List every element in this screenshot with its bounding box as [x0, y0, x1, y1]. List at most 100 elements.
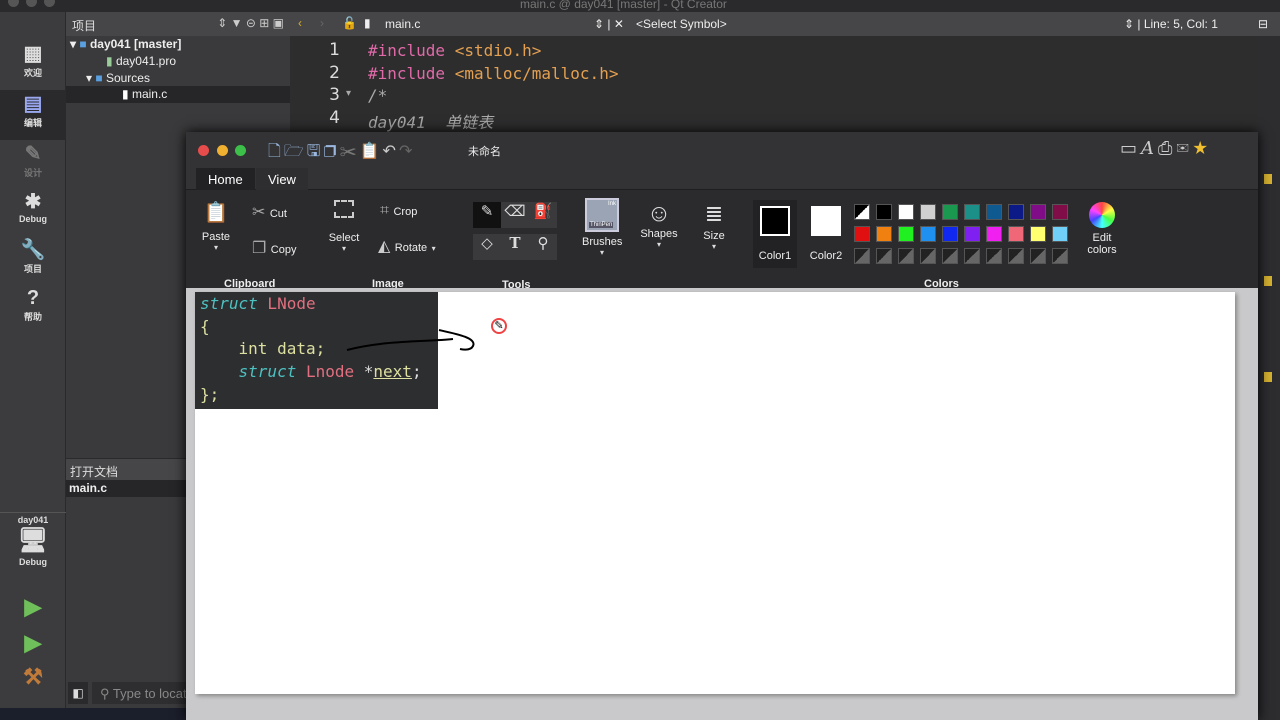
scroll-marker [1264, 372, 1272, 382]
mode-help[interactable]: ? 帮助 [0, 286, 66, 323]
editor-scrollbar[interactable] [1258, 36, 1280, 720]
color1-button[interactable]: Color1 [753, 200, 797, 268]
close-file-button[interactable]: ⇕ | ✕ [594, 17, 624, 31]
tab-home[interactable]: Home [196, 168, 255, 190]
palette-swatch[interactable] [1008, 226, 1024, 242]
color-palette [854, 204, 1074, 270]
maximize-button[interactable] [235, 145, 246, 156]
mode-design[interactable]: ✎ 设计 [0, 142, 66, 179]
code-line: /* [368, 86, 388, 105]
tree-item-project[interactable]: ▾ ■ day041 [master] [70, 36, 181, 53]
mode-projects[interactable]: 🔧 项目 [0, 238, 66, 275]
tools-row-1: ✎ ⌫ ⛽ [473, 202, 557, 228]
edit-colors-button[interactable]: Edit colors [1080, 202, 1124, 256]
palette-swatch[interactable] [986, 204, 1002, 220]
custom-color-slot[interactable] [1030, 248, 1046, 264]
custom-color-slot[interactable] [854, 248, 870, 264]
quick-access-toolbar[interactable]: 🗋🗁🖫❐✂📋↶↷ [268, 140, 415, 167]
smiley-icon: ☺ [646, 200, 672, 227]
custom-color-slot[interactable] [920, 248, 936, 264]
shapes-button[interactable]: ☺ Shapes ▾ [638, 200, 680, 249]
title-right-icons[interactable]: ▭A⎙✉★ [1120, 138, 1211, 159]
mode-debug[interactable]: ✱ Debug [0, 190, 66, 224]
select-button[interactable]: Select ▾ [326, 200, 362, 253]
forward-button[interactable]: › [320, 16, 324, 30]
line-col-indicator[interactable]: ⇕ | Line: 5, Col: 1 [1124, 17, 1218, 31]
custom-color-slot[interactable] [986, 248, 1002, 264]
bug-icon: ✱ [24, 191, 42, 213]
palette-swatch[interactable] [898, 204, 914, 220]
palette-swatch[interactable] [920, 204, 936, 220]
palette-swatch[interactable] [1052, 226, 1068, 242]
play-bug-icon: ▶ [24, 630, 42, 655]
palette-swatch[interactable] [1008, 204, 1024, 220]
build-button[interactable]: ⚒ [0, 664, 66, 690]
zoom-window-button[interactable] [44, 0, 55, 7]
copy-button[interactable]: ❐ Copy [252, 238, 296, 258]
palette-swatch[interactable] [964, 226, 980, 242]
palette-swatch[interactable] [876, 226, 892, 242]
mode-edit[interactable]: ▤ 编辑 [0, 90, 66, 140]
palette-swatch[interactable] [942, 226, 958, 242]
custom-color-slot[interactable] [942, 248, 958, 264]
custom-color-slot[interactable] [964, 248, 980, 264]
star-icon: ★ [1192, 138, 1212, 158]
palette-swatch[interactable] [986, 226, 1002, 242]
palette-swatch[interactable] [1030, 226, 1046, 242]
close-window-button[interactable] [8, 0, 19, 7]
text-tool[interactable]: T [501, 234, 529, 260]
project-panel-header: 项目 ⇕ ▼ ⊝ ⊞ ▣ [66, 12, 290, 36]
rotate-button[interactable]: ◭ Rotate ▾ [378, 236, 436, 256]
tree-item-main-c[interactable]: ▮ main.c [66, 86, 290, 103]
palette-swatch[interactable] [854, 226, 870, 242]
palette-swatch[interactable] [942, 204, 958, 220]
tree-item-pro[interactable]: ▮ day041.pro [106, 53, 176, 70]
custom-color-slot[interactable] [1052, 248, 1068, 264]
scissors-icon: ✂ [252, 204, 266, 221]
palette-swatch[interactable] [898, 226, 914, 242]
custom-color-slot[interactable] [876, 248, 892, 264]
palette-swatch[interactable] [1030, 204, 1046, 220]
palette-swatch[interactable] [854, 204, 870, 220]
paste-button[interactable]: 📋 Paste ▾ [200, 200, 232, 252]
minimize-button[interactable] [217, 145, 228, 156]
custom-color-slot[interactable] [1008, 248, 1024, 264]
color2-button[interactable]: Color2 [804, 200, 848, 262]
eraser-tool[interactable]: ⌫ [501, 202, 529, 228]
minimize-window-button[interactable] [26, 0, 37, 7]
close-button[interactable] [198, 145, 209, 156]
bucket-tool[interactable]: ◇ [473, 234, 501, 260]
size-button[interactable]: ≣ Size ▾ [696, 202, 732, 252]
toggle-sidebar-button[interactable]: ◧ [68, 682, 88, 704]
pen-icon: ✎ [24, 143, 42, 165]
fold-arrow-icon[interactable]: ▾ [346, 88, 351, 99]
debug-run-button[interactable]: ▶ [0, 630, 66, 656]
run-button[interactable]: ▶ [0, 594, 66, 620]
split-button[interactable]: ⊟ [1258, 17, 1268, 31]
paint-title-bar: 🗋🗁🖫❐✂📋↶↷ 未命名 ▭A⎙✉★ [186, 132, 1258, 166]
palette-swatch[interactable] [876, 204, 892, 220]
line-number: 1 [329, 40, 340, 60]
kit-selector[interactable]: day041 🖥 Debug [0, 512, 66, 567]
pencil-cursor-icon: ✎ [491, 318, 507, 334]
tree-item-sources[interactable]: ▾ ■ Sources [86, 70, 150, 87]
color-picker-tool[interactable]: ⚲ [529, 234, 557, 260]
drawing-canvas[interactable]: struct LNode { int data; struct Lnode *n… [195, 292, 1235, 694]
cut-button[interactable]: ✂ Cut [252, 202, 287, 222]
pencil-tool[interactable]: ✎ [473, 202, 501, 228]
tab-view[interactable]: View [256, 168, 308, 190]
file-selector[interactable]: main.c [385, 17, 420, 31]
brushes-button[interactable]: Ink ThinPen Brushes ▾ [582, 198, 622, 257]
symbol-selector[interactable]: <Select Symbol> [636, 17, 727, 31]
copy-icon: ❐ [252, 240, 267, 257]
fill-tool[interactable]: ⛽ [529, 202, 557, 228]
palette-swatch[interactable] [920, 226, 936, 242]
custom-color-slot[interactable] [898, 248, 914, 264]
mode-welcome[interactable]: ▦ 欢迎 [0, 42, 66, 79]
palette-swatch[interactable] [1052, 204, 1068, 220]
document-title: 未命名 [468, 146, 501, 158]
crop-button[interactable]: ⌗ Crop [380, 202, 417, 220]
panel-toolbar-icons[interactable]: ⇕ ▼ ⊝ ⊞ ▣ [217, 16, 284, 30]
back-button[interactable]: ‹ [298, 16, 302, 30]
palette-swatch[interactable] [964, 204, 980, 220]
